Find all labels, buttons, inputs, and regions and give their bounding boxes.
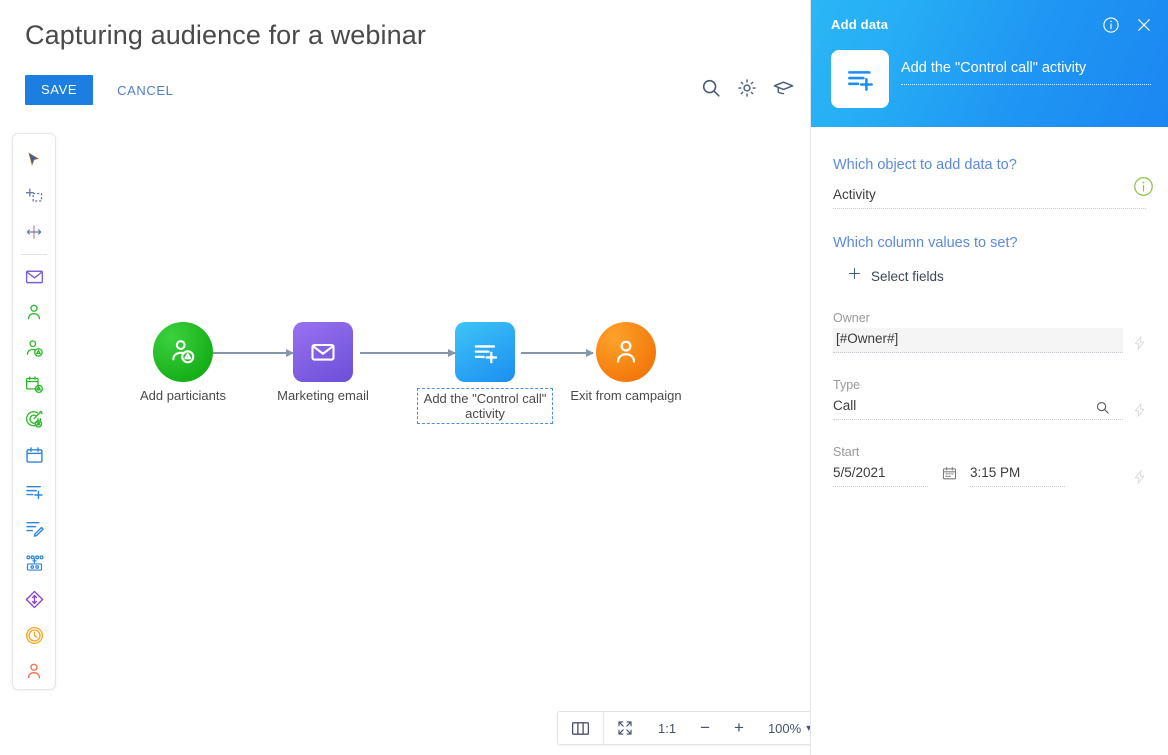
node-label-selected[interactable]: Add the "Control call" activity: [417, 388, 553, 424]
node-exit-campaign[interactable]: Exit from campaign: [570, 322, 682, 403]
node-label: Marketing email: [277, 388, 369, 403]
field-row: [833, 395, 1146, 420]
panel-header: Add data Add the "Control call" activity: [811, 0, 1168, 127]
app-root: Capturing audience for a webinar SAVE CA…: [0, 0, 1168, 755]
start-date-input[interactable]: [833, 462, 928, 487]
lightning-icon[interactable]: [1132, 469, 1148, 485]
start-time-input[interactable]: [970, 462, 1065, 487]
node-label: Exit from campaign: [570, 388, 682, 403]
object-value-input[interactable]: [833, 184, 1146, 209]
fit-screen-icon[interactable]: [604, 712, 646, 744]
panel-title: Add data: [831, 17, 889, 32]
close-icon[interactable]: [1135, 16, 1153, 34]
field-owner: Owner: [833, 311, 1146, 353]
field-row: [833, 462, 1146, 487]
node-add-participants[interactable]: Add particiants: [140, 322, 226, 403]
canvas-area: Capturing audience for a webinar SAVE CA…: [0, 0, 827, 755]
connector-3: [521, 349, 594, 357]
lightning-icon[interactable]: [1132, 402, 1148, 418]
object-question-label: Which object to add data to?: [833, 157, 1017, 173]
columns-question-label: Which column values to set?: [833, 235, 1018, 251]
search-icon[interactable]: [1095, 400, 1110, 415]
node-label: Add particiants: [140, 388, 226, 403]
lightning-icon[interactable]: [1132, 335, 1148, 351]
zoom-toolbar: 1:1 − + 100% ▾: [557, 711, 827, 745]
add-data-icon: [831, 50, 889, 108]
calendar-icon[interactable]: [928, 465, 970, 487]
connector-2: [360, 349, 456, 357]
owner-value-input[interactable]: [833, 328, 1123, 353]
node-add-control-call[interactable]: Add the "Control call" activity: [417, 322, 553, 424]
info-icon[interactable]: [1133, 176, 1154, 197]
flow-diagram: Add particiants Marketing email Add the …: [0, 0, 810, 700]
object-question-block: Which object to add data to?: [833, 157, 1153, 209]
field-label: Start: [833, 445, 860, 459]
field-type: Type: [833, 378, 1146, 420]
panels-icon[interactable]: [558, 712, 603, 744]
info-icon[interactable]: [1102, 16, 1120, 34]
select-fields-button[interactable]: Select fields: [833, 266, 1146, 286]
zoom-ratio-button[interactable]: 1:1: [646, 712, 688, 744]
field-row: [833, 328, 1146, 353]
field-label: Type: [833, 378, 861, 392]
zoom-in-button[interactable]: +: [722, 712, 756, 744]
zoom-level-value: 100%: [767, 720, 802, 736]
plus-icon: [847, 266, 862, 286]
object-value-row: [833, 184, 1146, 209]
field-label: Owner: [833, 311, 870, 325]
connector-1: [213, 349, 294, 357]
select-fields-label: Select fields: [871, 268, 944, 284]
field-start: Start: [833, 445, 1146, 487]
zoom-out-button[interactable]: −: [688, 712, 722, 744]
node-marketing-email[interactable]: Marketing email: [277, 322, 369, 403]
panel-body: Which object to add data to? Which colum…: [811, 157, 1168, 487]
type-value-input[interactable]: [833, 395, 1123, 420]
add-data-panel: Add data Add the "Control call" activity…: [810, 0, 1168, 755]
activity-title-input[interactable]: Add the "Control call" activity: [901, 60, 1151, 85]
columns-question-block: Which column values to set? Select field…: [833, 235, 1146, 286]
